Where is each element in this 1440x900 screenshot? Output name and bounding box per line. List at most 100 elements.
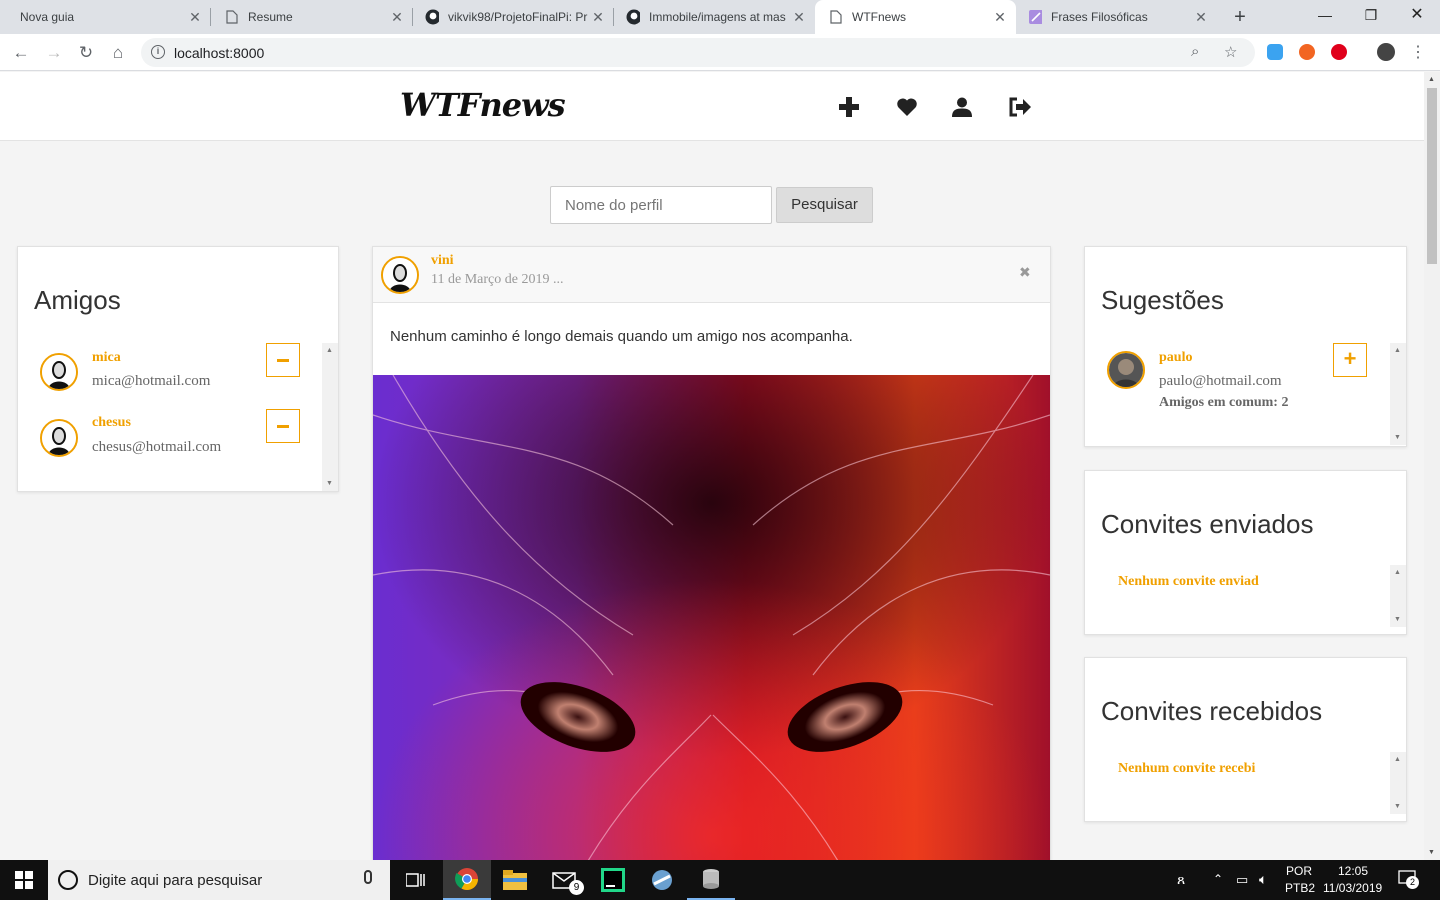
mail-badge: 9 — [569, 880, 584, 895]
mutual-friends-count: Amigos em comum: 2 — [1159, 395, 1289, 410]
chevron-up-icon[interactable]: ⌃ — [1213, 872, 1223, 886]
close-tab-icon[interactable]: ✕ — [389, 9, 405, 25]
star-icon[interactable]: ☆ — [1224, 43, 1237, 61]
sent-invites-scrollbar[interactable]: ▲ ▼ — [1390, 565, 1406, 627]
avatar[interactable] — [381, 256, 419, 294]
post-author[interactable]: vini — [431, 253, 454, 269]
notifications-icon[interactable]: 2 — [1398, 870, 1419, 889]
site-logo[interactable]: WTFnews — [400, 86, 566, 124]
close-window-button[interactable]: ✕ — [1394, 0, 1440, 30]
close-tab-icon[interactable]: ✕ — [1193, 9, 1209, 25]
database-app-icon[interactable] — [687, 860, 735, 900]
chrome-taskbar-icon[interactable] — [443, 860, 491, 900]
received-invites-card: Convites recebidos Nenhum convite recebi… — [1084, 657, 1407, 822]
windows-start-icon[interactable] — [0, 864, 48, 896]
avatar[interactable] — [40, 353, 78, 391]
tab-resume[interactable]: Resume ✕ — [211, 0, 413, 34]
tab-wtfnews[interactable]: WTFnews ✕ — [815, 0, 1016, 34]
received-invites-empty: Nenhum convite recebi — [1118, 761, 1256, 776]
tab-label: Resume — [248, 10, 293, 24]
github-icon — [425, 9, 439, 25]
forward-arrow-icon[interactable]: → — [43, 42, 65, 64]
profile-search-input[interactable] — [550, 186, 772, 224]
heart-icon[interactable] — [896, 96, 920, 120]
cortana-icon — [58, 870, 78, 890]
microphone-icon[interactable] — [364, 870, 372, 884]
logout-icon[interactable] — [1008, 96, 1032, 120]
suggestions-card: Sugestões paulo paulo@hotmail.com Amigos… — [1084, 246, 1407, 447]
tab-github-projetofinal[interactable]: vikvik98/ProjetoFinalPi: Pr ✕ — [413, 0, 614, 34]
close-post-icon[interactable]: ✖ — [1019, 264, 1031, 281]
close-tab-icon[interactable]: ✕ — [992, 9, 1008, 25]
browser-tab-bar: Nova guia ✕ Resume ✕ vikvik98/ProjetoFin… — [0, 0, 1440, 34]
reload-icon[interactable]: ↻ — [75, 42, 97, 64]
post-header: vini 11 de Março de 2019 ... ✖ — [373, 247, 1050, 303]
clock-time[interactable]: 12:05 — [1338, 864, 1368, 878]
app-icon[interactable] — [638, 864, 686, 896]
add-friend-button[interactable]: + — [1333, 343, 1367, 377]
taskbar-search[interactable]: Digite aqui para pesquisar — [48, 860, 390, 900]
profile-avatar[interactable] — [1377, 43, 1395, 61]
pycharm-icon[interactable] — [589, 864, 637, 896]
friend-name[interactable]: chesus — [92, 415, 131, 431]
tab-frases[interactable]: Frases Filosóficas ✕ — [1016, 0, 1217, 34]
page-scrollbar[interactable]: ▲ ▼ — [1424, 72, 1440, 860]
notification-count: 2 — [1406, 876, 1419, 889]
task-view-icon[interactable] — [392, 864, 440, 896]
restore-button[interactable]: ❐ — [1348, 0, 1394, 30]
tab-nova-guia[interactable]: Nova guia ✕ — [0, 0, 211, 34]
tab-label: Frases Filosóficas — [1051, 10, 1148, 24]
plus-icon[interactable] — [838, 96, 862, 120]
friends-card: Amigos mica mica@hotmail.com chesus ches… — [17, 246, 339, 492]
keyboard-layout[interactable]: PTB2 — [1285, 881, 1315, 895]
tab-github-immobile[interactable]: Immobile/imagens at mas ✕ — [614, 0, 815, 34]
user-icon[interactable] — [951, 96, 975, 120]
file-explorer-icon[interactable] — [491, 864, 539, 896]
mail-icon[interactable]: 9 — [541, 864, 589, 896]
tab-label: vikvik98/ProjetoFinalPi: Pr — [448, 10, 588, 24]
avatar[interactable] — [1107, 351, 1145, 389]
extension-icon[interactable] — [1299, 44, 1315, 60]
people-icon[interactable]: ጸ — [1177, 871, 1185, 888]
remove-friend-button[interactable] — [266, 343, 300, 377]
friend-name[interactable]: mica — [92, 350, 121, 366]
suggestions-scrollbar[interactable]: ▲ ▼ — [1390, 343, 1406, 445]
url-text: localhost:8000 — [174, 45, 265, 61]
suggestion-email: paulo@hotmail.com — [1159, 373, 1282, 389]
new-tab-button[interactable]: + — [1229, 6, 1251, 28]
info-icon[interactable]: i — [151, 45, 165, 59]
close-tab-icon[interactable]: ✕ — [187, 9, 203, 25]
cloud-extension-icon[interactable] — [1267, 44, 1283, 60]
received-invites-scrollbar[interactable]: ▲ ▼ — [1390, 752, 1406, 814]
github-icon — [626, 9, 640, 25]
friends-scrollbar[interactable]: ▲ ▼ — [322, 343, 338, 491]
menu-dots-icon[interactable]: ⋮ — [1407, 42, 1429, 64]
suggestions-title: Sugestões — [1101, 285, 1224, 315]
volume-icon[interactable]: 🔈︎ — [1259, 871, 1267, 888]
close-tab-icon[interactable]: ✕ — [590, 9, 606, 25]
zoom-icon[interactable]: ⌕ — [1191, 43, 1199, 60]
minus-icon — [277, 359, 289, 362]
sent-invites-card: Convites enviados Nenhum convite enviad … — [1084, 470, 1407, 635]
friend-email: mica@hotmail.com — [92, 373, 211, 389]
address-bar: ← → ↻ ⌂ i localhost:8000 ⌕ ☆ ⋮ — [0, 34, 1440, 71]
close-tab-icon[interactable]: ✕ — [791, 9, 807, 25]
site-header: WTFnews — [0, 72, 1424, 141]
back-arrow-icon[interactable]: ← — [10, 42, 32, 64]
adblock-extension-icon[interactable] — [1331, 44, 1347, 60]
tab-label: Nova guia — [20, 10, 75, 24]
scrollbar-thumb[interactable] — [1427, 88, 1437, 264]
document-icon — [829, 10, 843, 24]
minimize-button[interactable]: — — [1302, 0, 1348, 30]
remove-friend-button[interactable] — [266, 409, 300, 443]
suggestion-name[interactable]: paulo — [1159, 350, 1192, 366]
post-image[interactable] — [373, 375, 1050, 860]
network-icon[interactable]: ▭ — [1236, 872, 1248, 888]
url-field[interactable]: i localhost:8000 ⌕ ☆ — [141, 38, 1255, 67]
clock-date[interactable]: 11/03/2019 — [1323, 881, 1382, 895]
avatar[interactable] — [40, 419, 78, 457]
search-button[interactable]: Pesquisar — [776, 187, 873, 223]
language-code[interactable]: POR — [1286, 864, 1312, 878]
home-icon[interactable]: ⌂ — [107, 42, 129, 64]
windows-taskbar: Digite aqui para pesquisar 9 ጸ ⌃ ▭ 🔈︎ PO… — [0, 860, 1440, 900]
